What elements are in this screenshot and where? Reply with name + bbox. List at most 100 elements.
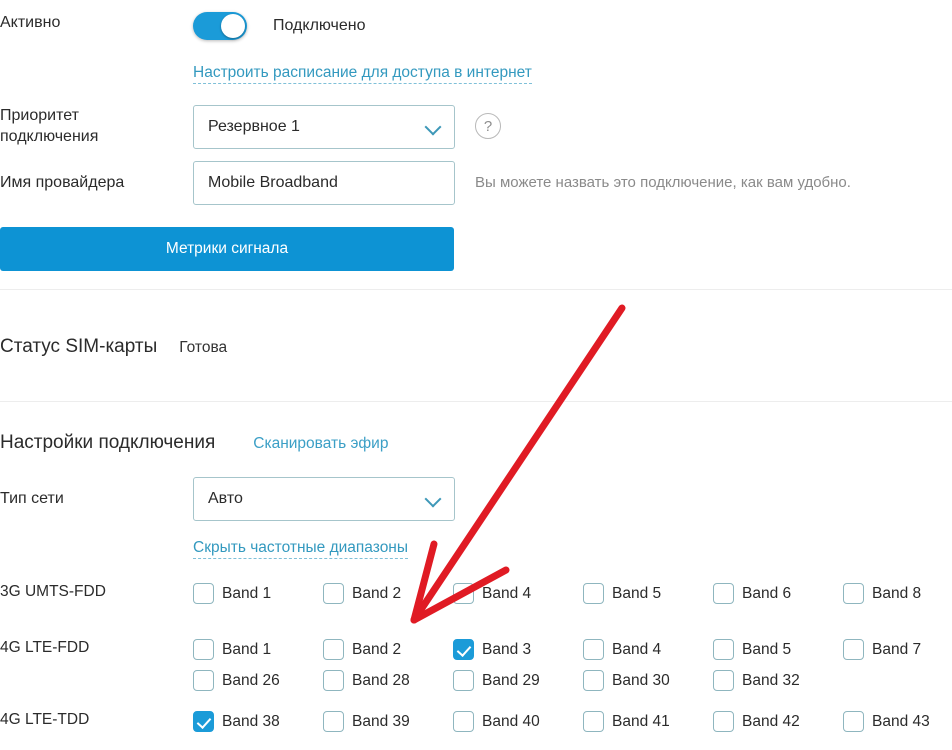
band-checkbox-band-42[interactable]: Band 42 bbox=[713, 711, 843, 732]
checkbox-unchecked-icon[interactable] bbox=[323, 670, 344, 691]
band-row: Band 1 Band 2 Band 4 Band 5 Band 6 Band 8 bbox=[193, 578, 952, 609]
priority-label-line2: подключения bbox=[0, 128, 99, 145]
band-row: Band 38 Band 39 Band 40 Band 41 Band 42 Band … bbox=[193, 706, 952, 737]
band-label: Band 6 bbox=[742, 584, 792, 602]
priority-select-value: Резервное 1 bbox=[208, 118, 300, 135]
checkbox-unchecked-icon[interactable] bbox=[843, 711, 864, 732]
network-type-row: Тип сети Авто bbox=[0, 477, 455, 521]
band-checkbox-band-4[interactable]: Band 4 bbox=[453, 583, 583, 604]
priority-label-line1: Приоритет bbox=[0, 107, 79, 124]
active-label: Активно bbox=[0, 14, 61, 31]
band-label: Band 26 bbox=[222, 671, 280, 689]
checkbox-unchecked-icon[interactable] bbox=[713, 583, 734, 604]
band-checkbox-band-5[interactable]: Band 5 bbox=[583, 583, 713, 604]
band-checkbox-band-28[interactable]: Band 28 bbox=[323, 670, 453, 691]
band-label: Band 28 bbox=[352, 671, 410, 689]
checkbox-unchecked-icon[interactable] bbox=[323, 639, 344, 660]
band-checkbox-band-40[interactable]: Band 40 bbox=[453, 711, 583, 732]
band-checkbox-band-29[interactable]: Band 29 bbox=[453, 670, 583, 691]
chevron-down-icon bbox=[426, 119, 442, 135]
band-checkbox-band-1[interactable]: Band 1 bbox=[193, 639, 323, 660]
band-label: Band 40 bbox=[482, 712, 540, 730]
band-checkbox-band-41[interactable]: Band 41 bbox=[583, 711, 713, 732]
band-label: Band 5 bbox=[742, 640, 792, 658]
band-label: Band 41 bbox=[612, 712, 670, 730]
band-label: Band 43 bbox=[872, 712, 930, 730]
band-rows: Band 1 Band 2 Band 3 Band 4 Band 5 Band 7 Band… bbox=[193, 634, 952, 696]
band-checkbox-band-38[interactable]: Band 38 bbox=[193, 711, 323, 732]
band-checkbox-band-32[interactable]: Band 32 bbox=[713, 670, 843, 691]
sim-status-value: Готова bbox=[179, 339, 228, 356]
band-row: Band 1 Band 2 Band 3 Band 4 Band 5 Band 7 bbox=[193, 634, 952, 665]
help-icon[interactable]: ? bbox=[475, 113, 501, 139]
priority-row: Приоритет подключения Резервное 1 ? bbox=[0, 105, 501, 149]
toggle-state-label: Подключено bbox=[273, 17, 366, 34]
checkbox-unchecked-icon[interactable] bbox=[583, 711, 604, 732]
checkbox-unchecked-icon[interactable] bbox=[713, 711, 734, 732]
band-rows: Band 1 Band 2 Band 4 Band 5 Band 6 Band 8 bbox=[193, 578, 952, 609]
checkbox-unchecked-icon[interactable] bbox=[713, 670, 734, 691]
toggle-bands-link[interactable]: Скрыть частотные диапазоны bbox=[193, 539, 409, 559]
band-checkbox-band-6[interactable]: Band 6 bbox=[713, 583, 843, 604]
band-label: Band 42 bbox=[742, 712, 800, 730]
network-type-label: Тип сети bbox=[0, 490, 64, 507]
provider-label: Имя провайдера bbox=[0, 174, 125, 191]
band-label: Band 38 bbox=[222, 712, 280, 730]
checkbox-unchecked-icon[interactable] bbox=[713, 639, 734, 660]
band-label: Band 3 bbox=[482, 640, 532, 658]
band-label: Band 4 bbox=[482, 584, 532, 602]
signal-metrics-button[interactable]: Метрики сигнала bbox=[0, 227, 454, 271]
band-label: Band 29 bbox=[482, 671, 540, 689]
provider-name-value: Mobile Broadband bbox=[208, 174, 338, 191]
checkbox-unchecked-icon[interactable] bbox=[453, 711, 474, 732]
checkbox-unchecked-icon[interactable] bbox=[193, 670, 214, 691]
band-label: Band 32 bbox=[742, 671, 800, 689]
band-label: Band 7 bbox=[872, 640, 922, 658]
band-checkbox-band-30[interactable]: Band 30 bbox=[583, 670, 713, 691]
band-checkbox-band-26[interactable]: Band 26 bbox=[193, 670, 323, 691]
section-divider-2 bbox=[0, 401, 952, 402]
toggle-knob bbox=[221, 14, 245, 38]
band-label: Band 1 bbox=[222, 584, 272, 602]
band-checkbox-band-43[interactable]: Band 43 bbox=[843, 711, 952, 732]
schedule-link[interactable]: Настроить расписание для доступа в интер… bbox=[193, 64, 532, 84]
connection-settings-title: Настройки подключения bbox=[0, 432, 216, 453]
chevron-down-icon bbox=[426, 491, 442, 507]
checkbox-checked-icon[interactable] bbox=[193, 711, 214, 732]
priority-select[interactable]: Резервное 1 bbox=[193, 105, 455, 149]
band-checkbox-band-2[interactable]: Band 2 bbox=[323, 583, 453, 604]
band-checkbox-band-4[interactable]: Band 4 bbox=[583, 639, 713, 660]
checkbox-unchecked-icon[interactable] bbox=[193, 639, 214, 660]
band-label: Band 8 bbox=[872, 584, 922, 602]
checkbox-unchecked-icon[interactable] bbox=[193, 583, 214, 604]
priority-label: Приоритет подключения bbox=[0, 105, 193, 147]
band-checkbox-band-39[interactable]: Band 39 bbox=[323, 711, 453, 732]
band-group-label: 3G UMTS-FDD bbox=[0, 583, 106, 600]
band-checkbox-band-7[interactable]: Band 7 bbox=[843, 639, 952, 660]
band-checkbox-band-5[interactable]: Band 5 bbox=[713, 639, 843, 660]
band-checkbox-band-3[interactable]: Band 3 bbox=[453, 639, 583, 660]
checkbox-unchecked-icon[interactable] bbox=[453, 583, 474, 604]
section-divider-1 bbox=[0, 289, 952, 290]
band-checkbox-band-8[interactable]: Band 8 bbox=[843, 583, 952, 604]
provider-hint: Вы можете назвать это подключение, как в… bbox=[475, 174, 851, 191]
provider-row: Имя провайдера Mobile Broadband Вы может… bbox=[0, 161, 851, 205]
active-toggle[interactable] bbox=[193, 12, 247, 40]
band-checkbox-band-2[interactable]: Band 2 bbox=[323, 639, 453, 660]
checkbox-unchecked-icon[interactable] bbox=[323, 711, 344, 732]
checkbox-checked-icon[interactable] bbox=[453, 639, 474, 660]
checkbox-unchecked-icon[interactable] bbox=[583, 639, 604, 660]
network-type-select[interactable]: Авто bbox=[193, 477, 455, 521]
scan-air-link[interactable]: Сканировать эфир bbox=[253, 435, 388, 453]
band-label: Band 30 bbox=[612, 671, 670, 689]
band-checkbox-band-1[interactable]: Band 1 bbox=[193, 583, 323, 604]
checkbox-unchecked-icon[interactable] bbox=[843, 639, 864, 660]
checkbox-unchecked-icon[interactable] bbox=[843, 583, 864, 604]
sim-status-row: Статус SIM-карты Готова bbox=[0, 336, 227, 358]
checkbox-unchecked-icon[interactable] bbox=[323, 583, 344, 604]
band-label: Band 2 bbox=[352, 640, 402, 658]
checkbox-unchecked-icon[interactable] bbox=[583, 670, 604, 691]
checkbox-unchecked-icon[interactable] bbox=[583, 583, 604, 604]
provider-name-input[interactable]: Mobile Broadband bbox=[193, 161, 455, 205]
checkbox-unchecked-icon[interactable] bbox=[453, 670, 474, 691]
